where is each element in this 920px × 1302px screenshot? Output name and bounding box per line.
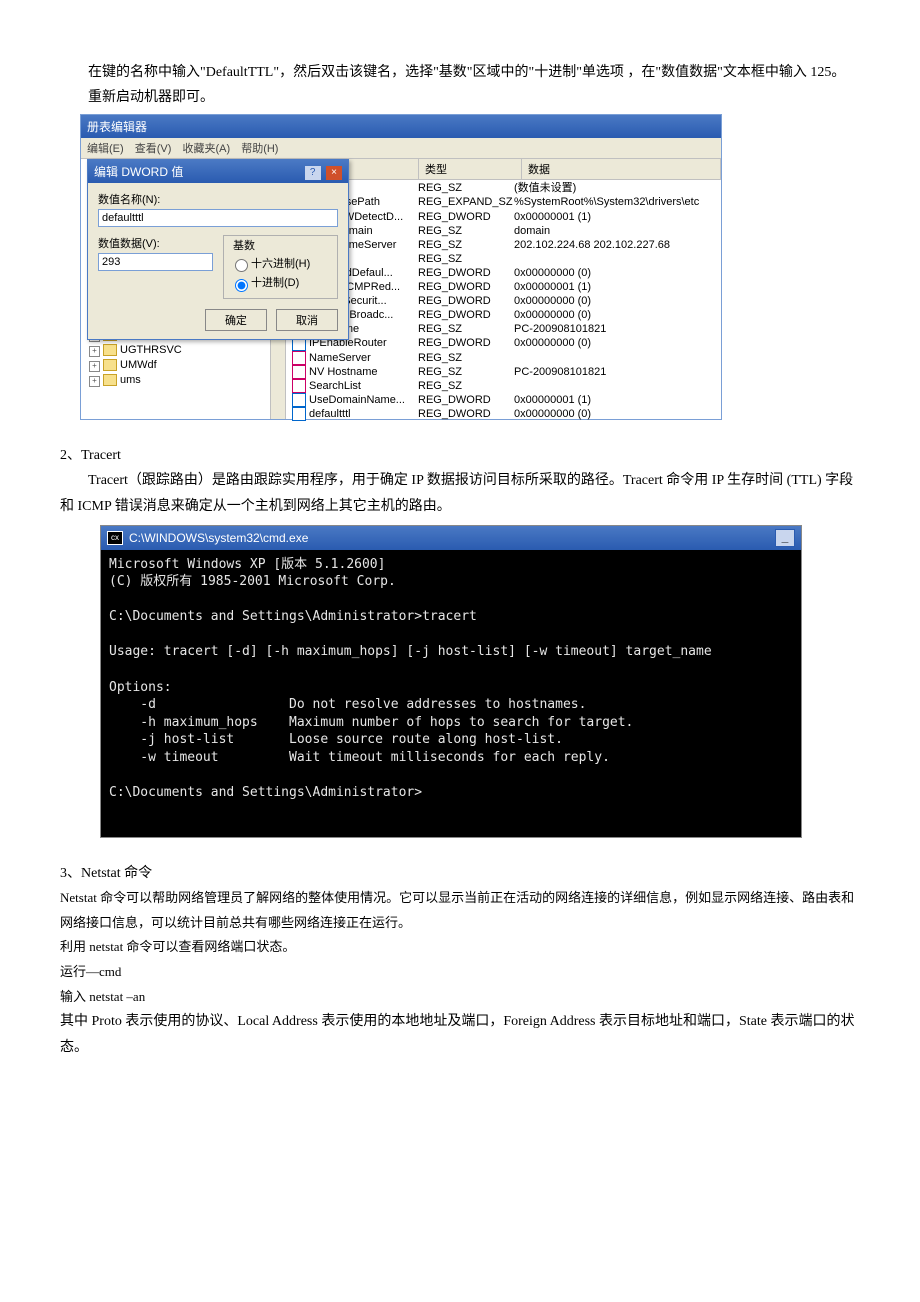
list-row[interactable]: HostnameREG_SZPC-200908101821 [286, 322, 721, 336]
menu-fav[interactable]: 收藏夹(A) [182, 143, 230, 155]
expand-icon[interactable]: + [89, 376, 100, 387]
section-2-body: Tracert（跟踪路由）是路由跟踪实用程序，用于确定 IP 数据报访问目标所采… [60, 468, 860, 518]
regedit-menubar[interactable]: 编辑(E) 查看(V) 收藏夹(A) 帮助(H) [81, 138, 721, 159]
list-row[interactable]: DhcpDomainREG_SZdomain [286, 224, 721, 238]
list-row[interactable]: EnableSecurit...REG_DWORD0x00000000 (0) [286, 294, 721, 308]
cmd-titlebar: cx C:\WINDOWS\system32\cmd.exe _ [101, 526, 801, 550]
menu-edit[interactable]: 编辑(E) [87, 143, 124, 155]
value-name-label: 数值名称(N): [98, 191, 338, 207]
cmd-output: Microsoft Windows XP [版本 5.1.2600] (C) 版… [101, 550, 801, 837]
sec3-l3: 运行—cmd [60, 960, 860, 985]
list-row[interactable]: EnableICMPRed...REG_DWORD0x00000001 (1) [286, 280, 721, 294]
radio-hex-label: 十六进制(H) [251, 258, 310, 270]
value-icon [292, 365, 306, 379]
menu-view[interactable]: 查看(V) [135, 143, 172, 155]
value-data-input[interactable] [98, 253, 213, 271]
list-row[interactable]: NV HostnameREG_SZPC-200908101821 [286, 365, 721, 379]
tree-item[interactable]: +UGTHRSVC [83, 343, 283, 358]
list-row[interactable]: DataBasePathREG_EXPAND_SZ%SystemRoot%\Sy… [286, 195, 721, 209]
sec3-l4: 输入 netstat –an [60, 985, 860, 1010]
section-3-title: 3、Netstat 命令 [60, 862, 860, 882]
list-row[interactable]: SearchListREG_SZ [286, 379, 721, 393]
tree-item[interactable]: +ums [83, 373, 283, 388]
edit-dword-dialog: 编辑 DWORD 值 ? × 数值名称(N): 数值数据(V): 基数 [87, 159, 349, 339]
list-row[interactable]: NameServerREG_SZ [286, 351, 721, 365]
list-row[interactable]: DomainREG_SZ [286, 252, 721, 266]
base-legend: 基数 [230, 237, 258, 253]
dialog-title: 编辑 DWORD 值 [94, 163, 183, 180]
folder-icon [103, 359, 117, 371]
help-icon[interactable]: ? [305, 166, 321, 180]
sec3-l5: 其中 Proto 表示使用的协议、Local Address 表示使用的本地地址… [60, 1009, 860, 1059]
col-data[interactable]: 数据 [522, 159, 721, 179]
regedit-title: 册表编辑器 [81, 115, 721, 138]
list-header[interactable]: 名称 类型 数据 [286, 159, 721, 180]
value-icon [292, 393, 306, 407]
folder-icon [103, 344, 117, 356]
cmd-icon: cx [107, 531, 123, 545]
list-rows[interactable]: (默认)REG_SZ(数值未设置)DataBasePathREG_EXPAND_… [286, 180, 721, 422]
list-row[interactable]: defaultttlREG_DWORD0x00000000 (0) [286, 407, 721, 421]
ok-button[interactable]: 确定 [205, 309, 267, 331]
radio-dec-label: 十进制(D) [251, 277, 299, 289]
value-data-label: 数值数据(V): [98, 235, 213, 251]
list-row[interactable]: DontAddDefaul...REG_DWORD0x00000000 (0) [286, 266, 721, 280]
list-row[interactable]: ForwardBroadc...REG_DWORD0x00000000 (0) [286, 308, 721, 322]
expand-icon[interactable]: + [89, 361, 100, 372]
value-name-input[interactable] [98, 209, 338, 227]
radio-dec[interactable] [235, 279, 248, 292]
paragraph-1: 在键的名称中输入"DefaultTTL"，然后双击该键名，选择"基数"区域中的"… [60, 60, 860, 85]
cmd-window: cx C:\WINDOWS\system32\cmd.exe _ Microso… [100, 525, 802, 838]
list-row[interactable]: IPEnableRouterREG_DWORD0x00000000 (0) [286, 336, 721, 350]
folder-icon [103, 374, 117, 386]
minimize-icon[interactable]: _ [775, 529, 795, 547]
sec3-l2: 利用 netstat 命令可以查看网络端口状态。 [60, 935, 860, 960]
radio-hex[interactable] [235, 259, 248, 272]
menu-help[interactable]: 帮助(H) [241, 143, 278, 155]
sec3-l1: Netstat 命令可以帮助网络管理员了解网络的整体使用情况。它可以显示当前正在… [60, 886, 860, 935]
list-row[interactable]: UseDomainName...REG_DWORD0x00000001 (1) [286, 393, 721, 407]
section-2-title: 2、Tracert [60, 444, 860, 464]
list-row[interactable]: DhcpNameServerREG_SZ202.102.224.68 202.1… [286, 238, 721, 252]
paragraph-2: 重新启动机器即可。 [60, 85, 860, 110]
base-fieldset: 基数 十六进制(H) 十进制(D) [223, 235, 338, 298]
value-icon [292, 407, 306, 421]
close-icon[interactable]: × [326, 166, 342, 180]
tree-item[interactable]: +UMWdf [83, 358, 283, 373]
list-row[interactable]: DeadGWDetectD...REG_DWORD0x00000001 (1) [286, 210, 721, 224]
col-type[interactable]: 类型 [419, 159, 522, 179]
cancel-button[interactable]: 取消 [276, 309, 338, 331]
value-icon [292, 379, 306, 393]
cmd-title-text: C:\WINDOWS\system32\cmd.exe [129, 531, 308, 545]
expand-icon[interactable]: + [89, 346, 100, 357]
value-icon [292, 351, 306, 365]
regedit-list-pane: 名称 类型 数据 (默认)REG_SZ(数值未设置)DataBasePathRE… [286, 159, 721, 419]
registry-editor-window: 册表编辑器 编辑(E) 查看(V) 收藏夹(A) 帮助(H) +sysaudio… [80, 114, 722, 420]
list-row[interactable]: (默认)REG_SZ(数值未设置) [286, 181, 721, 195]
